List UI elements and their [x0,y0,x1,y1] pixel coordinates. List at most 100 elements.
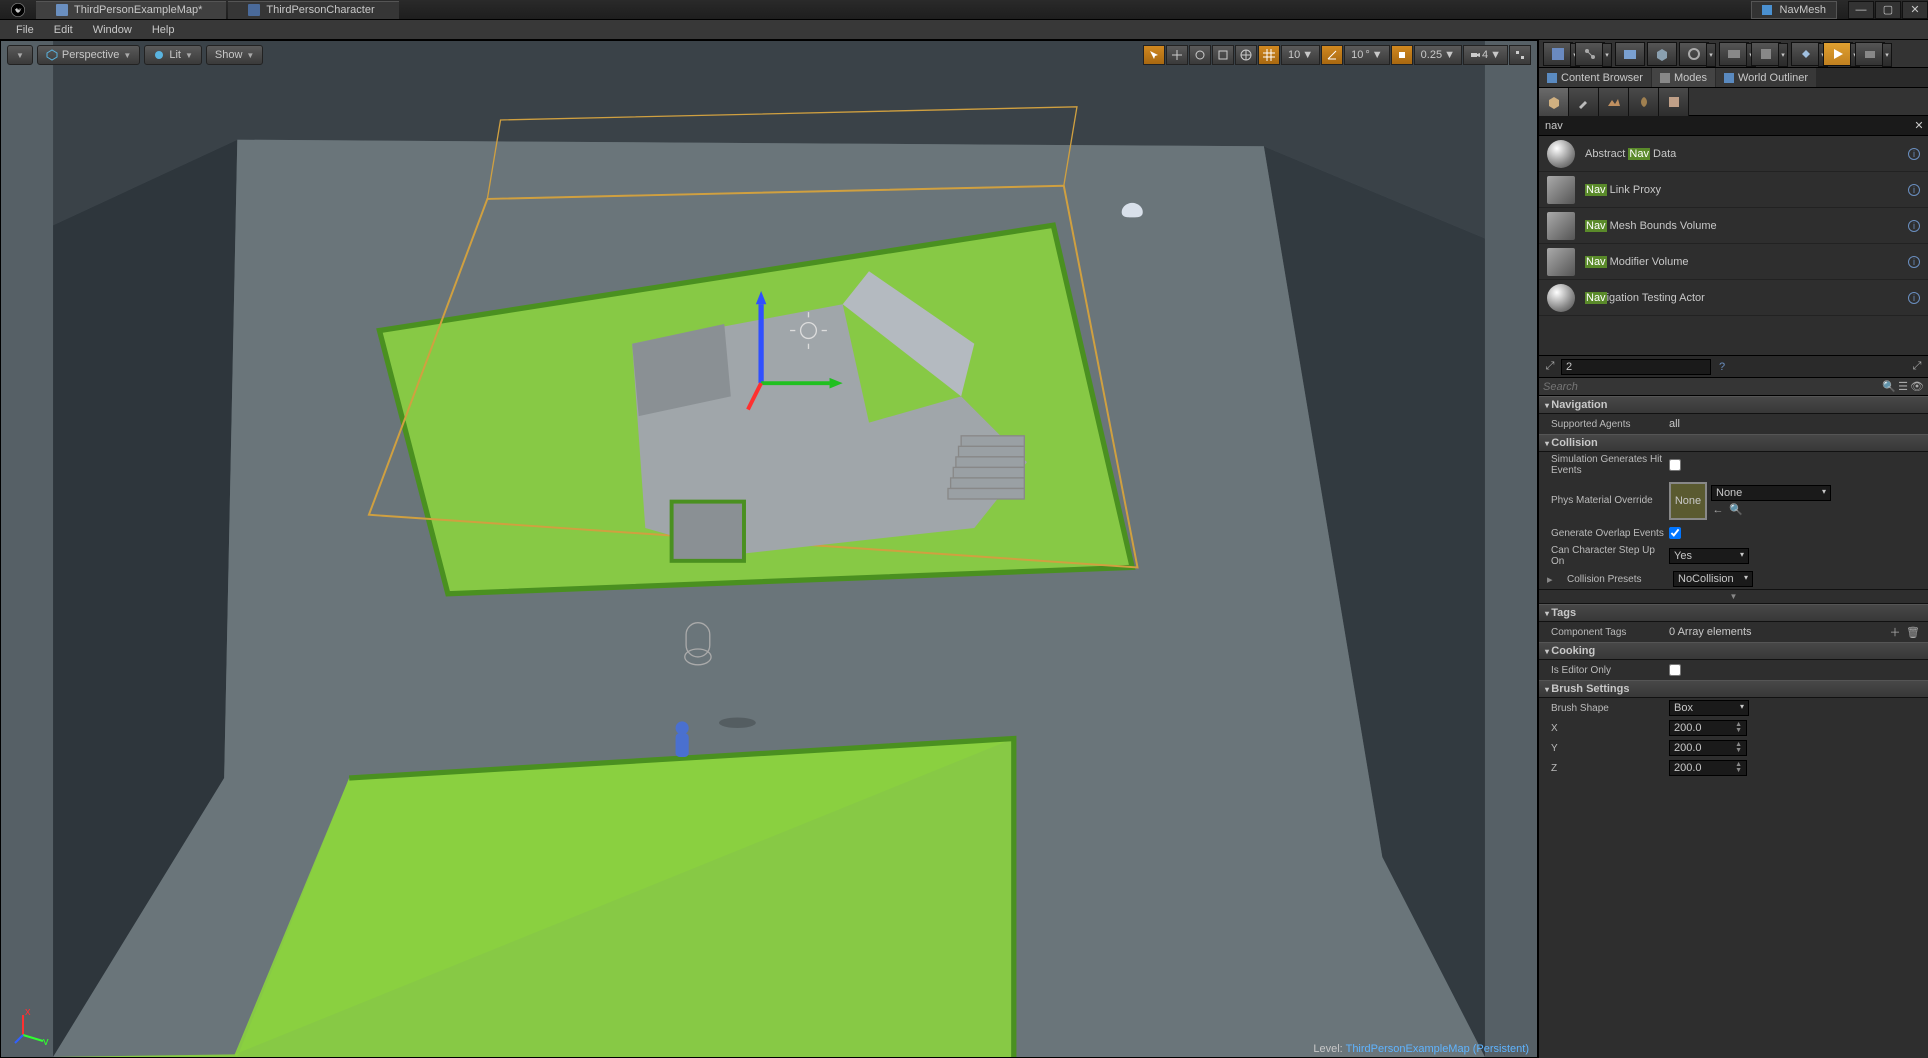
clear-search-button[interactable]: ✕ [1910,119,1928,132]
section-tags[interactable]: Tags [1539,604,1928,622]
viewport-perspective-button[interactable]: Perspective▼ [37,45,140,65]
tab-blueprint[interactable]: ThirdPersonCharacter [228,1,398,19]
modes-class-list[interactable]: Abstract Nav Data i Nav Link Proxy i Nav… [1539,136,1928,356]
close-button[interactable]: ✕ [1902,1,1928,19]
brush-shape-dropdown[interactable]: Box [1669,700,1749,716]
snap-grid-toggle[interactable] [1258,45,1280,65]
menu-edit[interactable]: Edit [44,22,83,38]
transform-select-button[interactable] [1143,45,1165,65]
title-search-result[interactable]: NavMesh [1751,1,1837,19]
list-item[interactable]: Nav Mesh Bounds Volume i [1539,208,1928,244]
property-matrix-button[interactable]: ⤢ [1910,360,1924,374]
tab-label: ThirdPersonExampleMap* [74,4,202,16]
mode-place-button[interactable] [1539,88,1569,116]
help-icon[interactable]: ? [1715,360,1729,374]
marketplace-button[interactable] [1615,42,1645,66]
viewport-options-button[interactable]: ▼ [7,45,33,65]
blueprints-button[interactable]: ▾ [1679,42,1709,66]
brush-y-input[interactable]: 200.0▲▼ [1669,740,1747,756]
material-thumb[interactable]: None [1669,482,1707,520]
add-tag-button[interactable]: ＋ [1888,625,1902,639]
info-icon[interactable]: i [1908,256,1920,268]
launch-button[interactable]: ▾ [1855,42,1885,66]
info-icon[interactable]: i [1908,148,1920,160]
clear-tags-button[interactable]: 🗑 [1906,625,1920,639]
section-brush-settings[interactable]: Brush Settings [1539,680,1928,698]
settings-button[interactable] [1647,42,1677,66]
camera-speed-button[interactable]: 4▼ [1463,45,1508,65]
tab-level[interactable]: ThirdPersonExampleMap* [36,1,226,19]
list-item[interactable]: Abstract Nav Data i [1539,136,1928,172]
mode-landscape-button[interactable] [1599,88,1629,116]
box-icon [1654,46,1670,62]
compile-icon [1798,46,1814,62]
place-icon [1546,94,1562,110]
minimize-button[interactable]: — [1848,1,1874,19]
transform-rotate-button[interactable] [1189,45,1211,65]
viewport-maximize-button[interactable] [1509,45,1531,65]
collision-preset-dropdown[interactable]: NoCollision [1673,571,1753,587]
snap-scale-toggle[interactable] [1391,45,1413,65]
use-selected-button[interactable]: ← [1711,503,1725,517]
brush-z-input[interactable]: 200.0▲▼ [1669,760,1747,776]
build-button[interactable]: ▾ [1751,42,1781,66]
camera-icon [1470,50,1480,60]
snap-angle-toggle[interactable] [1321,45,1343,65]
info-icon[interactable]: i [1908,220,1920,232]
supported-agents-value[interactable]: all [1669,418,1680,430]
eye-icon[interactable]: 👁 [1910,380,1924,394]
expand-advanced-button[interactable]: ▼ [1539,589,1928,604]
snap-angle-value[interactable]: 10°▼ [1344,45,1390,65]
menu-file[interactable]: File [6,22,44,38]
details-body[interactable]: Navigation Supported Agents all Collisio… [1539,396,1928,1058]
list-item[interactable]: Nav Modifier Volume i [1539,244,1928,280]
geometry-icon [1666,94,1682,110]
tab-world-outliner[interactable]: World Outliner [1716,68,1816,87]
main-toolbar: ▾ ▾ ▾ ▾ ▾ ▾ ▾ ▾ [1539,40,1928,68]
editor-only-checkbox[interactable] [1669,664,1681,676]
search-icon[interactable]: 🔍 [1882,380,1896,394]
coord-system-button[interactable] [1235,45,1257,65]
expand-icon[interactable]: ▸ [1547,573,1555,586]
save-button[interactable]: ▾ [1543,42,1573,66]
prop-brush-shape: Brush Shape Box [1539,698,1928,718]
info-icon[interactable]: i [1908,292,1920,304]
viewport-show-button[interactable]: Show▼ [206,45,263,65]
mode-foliage-button[interactable] [1629,88,1659,116]
lock-icon[interactable]: ⤢ [1543,360,1557,374]
modes-search-input[interactable] [1539,118,1910,134]
tab-modes[interactable]: Modes [1652,68,1715,87]
transform-scale-button[interactable] [1212,45,1234,65]
mode-geometry-button[interactable] [1659,88,1689,116]
details-search-input[interactable] [1543,381,1882,393]
view-options-button[interactable]: ☰ [1896,380,1910,394]
section-collision[interactable]: Collision [1539,434,1928,452]
cinematics-button[interactable]: ▾ [1719,42,1749,66]
browse-button[interactable]: 🔍 [1729,503,1743,517]
tab-content-browser[interactable]: Content Browser [1539,68,1651,87]
compile-button[interactable]: ▾ [1791,42,1821,66]
source-control-button[interactable]: ▾ [1575,42,1605,66]
viewport-lit-button[interactable]: Lit▼ [144,45,202,65]
step-up-dropdown[interactable]: Yes [1669,548,1749,564]
transform-translate-button[interactable] [1166,45,1188,65]
axis-gizmo-icon: x y [13,1005,53,1045]
viewport-3d[interactable]: x y [1,41,1537,1057]
list-item[interactable]: Nav Link Proxy i [1539,172,1928,208]
selected-actor-field[interactable] [1561,359,1711,375]
snap-grid-value[interactable]: 10▼ [1281,45,1320,65]
info-icon[interactable]: i [1908,184,1920,196]
brush-x-input[interactable]: 200.0▲▼ [1669,720,1747,736]
snap-scale-value[interactable]: 0.25▼ [1414,45,1462,65]
sim-hit-checkbox[interactable] [1669,459,1681,471]
list-item[interactable]: Navigation Testing Actor i [1539,280,1928,316]
play-button[interactable]: ▾ [1823,42,1853,66]
maximize-button[interactable]: ▢ [1875,1,1901,19]
menu-window[interactable]: Window [83,22,142,38]
mode-paint-button[interactable] [1569,88,1599,116]
overlap-checkbox[interactable] [1669,527,1681,539]
section-navigation[interactable]: Navigation [1539,396,1928,414]
menu-help[interactable]: Help [142,22,185,38]
section-cooking[interactable]: Cooking [1539,642,1928,660]
phys-material-dropdown[interactable]: None [1711,485,1831,501]
